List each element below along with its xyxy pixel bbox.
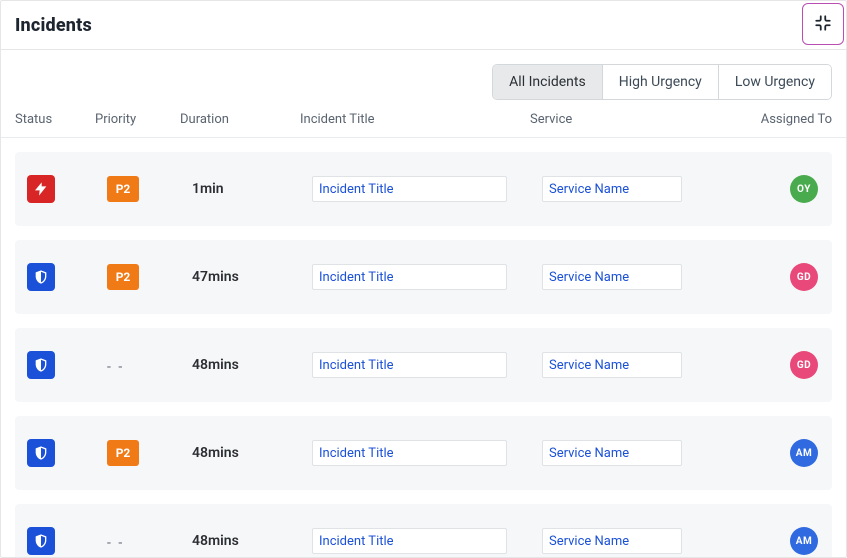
table-row[interactable]: P2 48mins AM [15, 416, 832, 490]
service-name-input[interactable] [542, 176, 682, 202]
table-row[interactable]: P2 47mins GD [15, 240, 832, 314]
assignee-avatar[interactable]: GD [790, 263, 818, 291]
table-body: P21minOYP247minsGD- -48minsGDP248minsAM-… [1, 152, 846, 557]
service-name-input[interactable] [542, 264, 682, 290]
shield-icon [27, 351, 55, 379]
duration-value: 48mins [188, 533, 308, 549]
col-status: Status [15, 112, 95, 127]
col-priority: Priority [95, 112, 180, 127]
priority-badge: P2 [107, 176, 139, 202]
incidents-table: Status Priority Duration Incident Title … [1, 112, 846, 557]
page-title: Incidents [15, 15, 92, 36]
assignee-avatar[interactable]: AM [790, 439, 818, 467]
col-title: Incident Title [300, 112, 530, 127]
duration-value: 1min [188, 181, 308, 197]
incident-title-input[interactable] [312, 264, 507, 290]
incident-title-input[interactable] [312, 440, 507, 466]
shield-icon [27, 527, 55, 555]
duration-value: 48mins [188, 445, 308, 461]
assignee-avatar[interactable]: OY [790, 175, 818, 203]
table-header-row: Status Priority Duration Incident Title … [1, 112, 846, 138]
urgency-tab[interactable]: High Urgency [603, 65, 719, 99]
incident-title-input[interactable] [312, 176, 507, 202]
incident-title-input[interactable] [312, 528, 507, 554]
service-name-input[interactable] [542, 440, 682, 466]
incidents-panel: Incidents All IncidentsHigh UrgencyLow U… [0, 0, 847, 558]
header-bar: Incidents [1, 1, 846, 50]
urgency-segmented-control: All IncidentsHigh UrgencyLow Urgency [492, 64, 832, 100]
col-assigned: Assigned To [740, 112, 832, 127]
priority-badge: P2 [107, 440, 139, 466]
urgency-tab[interactable]: All Incidents [493, 65, 603, 99]
priority-badge: P2 [107, 264, 139, 290]
assignee-avatar[interactable]: AM [790, 527, 818, 555]
table-row[interactable]: - - 48mins GD [15, 328, 832, 402]
bolt-icon [27, 175, 55, 203]
duration-value: 47mins [188, 269, 308, 285]
urgency-tab[interactable]: Low Urgency [719, 65, 831, 99]
priority-empty: - - [107, 535, 124, 551]
urgency-filter-bar: All IncidentsHigh UrgencyLow Urgency [1, 50, 846, 112]
shield-icon [27, 439, 55, 467]
col-service: Service [530, 112, 740, 127]
service-name-input[interactable] [542, 528, 682, 554]
incident-title-input[interactable] [312, 352, 507, 378]
table-row[interactable]: - - 48mins AM [15, 504, 832, 557]
panel-body: All IncidentsHigh UrgencyLow Urgency Sta… [1, 50, 846, 557]
shield-icon [27, 263, 55, 291]
priority-empty: - - [107, 359, 124, 375]
service-name-input[interactable] [542, 352, 682, 378]
collapse-icon [814, 14, 832, 35]
col-duration: Duration [180, 112, 300, 127]
exit-fullscreen-button[interactable] [802, 3, 844, 45]
duration-value: 48mins [188, 357, 308, 373]
assignee-avatar[interactable]: GD [790, 351, 818, 379]
table-row[interactable]: P2 1min OY [15, 152, 832, 226]
